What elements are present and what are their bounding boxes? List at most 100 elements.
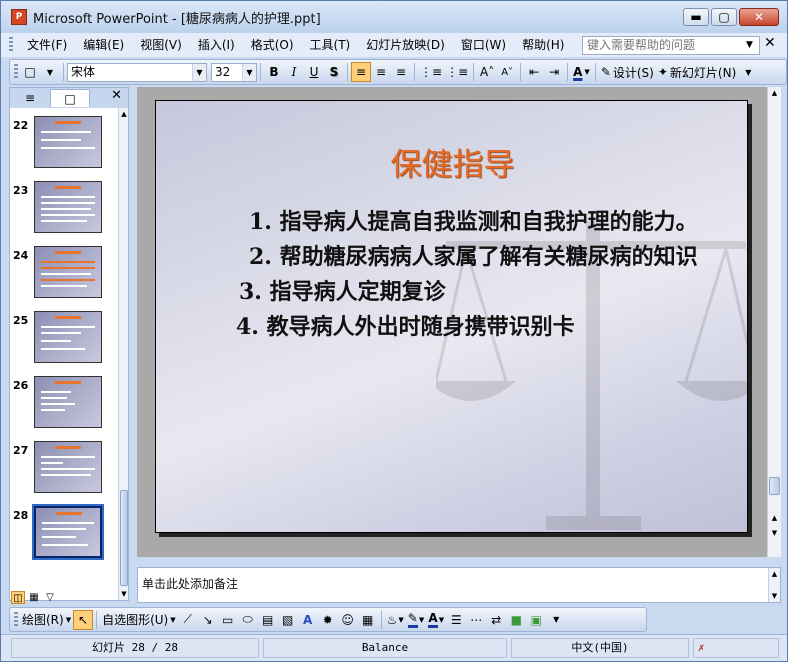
font-color-draw-button[interactable]: A ▼: [426, 610, 446, 630]
increase-font-button[interactable]: A˄: [477, 62, 497, 82]
thumbnail-item[interactable]: 26: [10, 374, 118, 439]
toolbar-grip[interactable]: [14, 64, 18, 80]
dash-style-button[interactable]: ⋯: [466, 610, 486, 630]
rectangle-tool-button[interactable]: ▭: [218, 610, 238, 630]
numbering-button[interactable]: ⋮≡: [418, 62, 444, 82]
font-size-dropdown-icon[interactable]: ▼: [242, 63, 256, 81]
font-size-select[interactable]: 32 ▼: [211, 62, 257, 82]
toolbar-overflow-icon[interactable]: ▼: [738, 62, 758, 82]
thumbnail-item-selected[interactable]: 28: [10, 504, 118, 569]
vertical-textbox-button[interactable]: ▧: [278, 610, 298, 630]
menubar-grip[interactable]: [9, 37, 13, 53]
align-left-button[interactable]: ≡: [351, 62, 371, 82]
menu-edit[interactable]: 编辑(E): [75, 35, 132, 55]
new-slide-button[interactable]: ✦ 新幻灯片(N): [656, 62, 738, 82]
drawbar-overflow-icon[interactable]: ▼: [546, 610, 566, 630]
font-name-dropdown-icon[interactable]: ▼: [192, 63, 206, 81]
select-objects-button[interactable]: ↖: [73, 609, 94, 630]
help-dropdown-icon[interactable]: ▼: [746, 36, 753, 55]
bullets-button[interactable]: ⋮≡: [444, 62, 470, 82]
line-tool-button[interactable]: ⟋: [178, 610, 198, 630]
diagram-button[interactable]: ✹: [318, 610, 338, 630]
arrow-tool-button[interactable]: ↘: [198, 610, 218, 630]
thumbnail-item[interactable]: 25: [10, 309, 118, 374]
line-style-button[interactable]: ☰: [446, 610, 466, 630]
thumbnail-item[interactable]: 27: [10, 439, 118, 504]
oval-tool-button[interactable]: ⬭: [238, 610, 258, 630]
notes-scrollbar[interactable]: ▲ ▼: [768, 568, 780, 602]
underline-button[interactable]: U: [304, 62, 324, 82]
help-search-input[interactable]: 键入需要帮助的问题: [582, 36, 760, 55]
draw-menu-button[interactable]: 绘图(R) ▼: [20, 610, 73, 630]
slide-thumbnail[interactable]: [34, 246, 102, 298]
slide-thumbnail[interactable]: [34, 181, 102, 233]
drawbar-grip[interactable]: [14, 611, 18, 628]
thumbnail-item[interactable]: 22: [10, 114, 118, 179]
tab-slides[interactable]: □: [50, 89, 90, 107]
thumbnail-item[interactable]: 24: [10, 244, 118, 309]
scroll-up-icon[interactable]: ▲: [769, 568, 780, 580]
notes-placeholder[interactable]: 单击此处添加备注: [142, 575, 238, 592]
shadow-style-button[interactable]: ■: [506, 610, 526, 630]
menu-file[interactable]: 文件(F): [19, 35, 75, 55]
arrow-style-button[interactable]: ⇄: [486, 610, 506, 630]
next-slide-icon[interactable]: ▼: [768, 527, 781, 539]
slide-thumbnail-current[interactable]: [32, 504, 104, 560]
menu-help[interactable]: 帮助(H): [514, 35, 572, 55]
scroll-up-icon[interactable]: ▲: [119, 108, 129, 120]
textbox-button[interactable]: ▤: [258, 610, 278, 630]
slide-sorter-icon[interactable]: ▦: [27, 591, 41, 604]
scroll-up-icon[interactable]: ▲: [768, 87, 781, 99]
align-right-button[interactable]: ≡: [391, 62, 411, 82]
document-close-icon[interactable]: ✕: [764, 35, 776, 51]
shadow-button[interactable]: S: [324, 62, 344, 82]
menu-window[interactable]: 窗口(W): [453, 35, 514, 55]
slide-title[interactable]: 保健指导: [156, 139, 747, 184]
new-file-button[interactable]: □: [20, 62, 40, 82]
minimize-button[interactable]: ▬: [683, 8, 709, 26]
tab-outline[interactable]: ≡: [10, 89, 50, 107]
picture-button[interactable]: ▦: [358, 610, 378, 630]
pane-close-icon[interactable]: ✕: [111, 88, 122, 103]
design-button[interactable]: ✎ 设计(S): [599, 62, 656, 82]
fill-color-button[interactable]: ♨ ▼: [385, 610, 406, 630]
menu-view[interactable]: 视图(V): [132, 35, 190, 55]
slide-scrollbar[interactable]: ▲ ▲ ▼: [767, 87, 781, 557]
slide-thumbnail[interactable]: [34, 311, 102, 363]
scrollbar-thumb[interactable]: [120, 490, 128, 586]
3d-style-button[interactable]: ▣: [526, 610, 546, 630]
normal-view-icon[interactable]: ◫: [11, 591, 25, 604]
slide-thumbnail[interactable]: [34, 376, 102, 428]
menu-slideshow[interactable]: 幻灯片放映(D): [358, 35, 453, 55]
thumbnail-item[interactable]: 23: [10, 179, 118, 244]
slide-body-text[interactable]: 1. 指导病人提高自我监测和自我护理的能力。 2. 帮助糖尿病病人家属了解有关糖…: [214, 206, 704, 346]
slide-thumbnail[interactable]: [34, 441, 102, 493]
thumbnail-scrollbar[interactable]: ▲ ▼: [118, 108, 128, 600]
toolbar-options-icon[interactable]: ▼: [40, 62, 60, 82]
slide-canvas[interactable]: 保健指导 1. 指导病人提高自我监测和自我护理的能力。 2. 帮助糖尿病病人家属…: [155, 100, 748, 533]
close-button[interactable]: ✕: [739, 8, 779, 26]
powerpoint-app-icon[interactable]: P: [11, 9, 27, 25]
decrease-font-button[interactable]: A˅: [497, 62, 517, 82]
font-color-dropdown-icon[interactable]: ▼: [584, 68, 589, 76]
autoshapes-button[interactable]: 自选图形(U) ▼: [100, 610, 178, 630]
menu-insert[interactable]: 插入(I): [190, 35, 243, 55]
slideshow-view-icon[interactable]: ▽: [43, 591, 57, 604]
bold-button[interactable]: B: [264, 62, 284, 82]
align-center-button[interactable]: ≡: [371, 62, 391, 82]
font-name-select[interactable]: 宋体 ▼: [67, 62, 207, 82]
decrease-indent-button[interactable]: ⇤: [524, 62, 544, 82]
slide-thumbnail[interactable]: [34, 116, 102, 168]
increase-indent-button[interactable]: ⇥: [544, 62, 564, 82]
previous-slide-icon[interactable]: ▲: [768, 512, 781, 524]
scrollbar-thumb[interactable]: [769, 477, 780, 495]
wordart-button[interactable]: A: [298, 610, 318, 630]
menu-tools[interactable]: 工具(T): [302, 35, 359, 55]
font-color-button[interactable]: A ▼: [571, 62, 592, 82]
spelling-status[interactable]: ✗: [693, 638, 779, 658]
menu-format[interactable]: 格式(O): [243, 35, 302, 55]
scroll-down-icon[interactable]: ▼: [769, 590, 780, 602]
maximize-button[interactable]: ▢: [711, 8, 737, 26]
italic-button[interactable]: I: [284, 62, 304, 82]
notes-pane[interactable]: 单击此处添加备注 ▲ ▼: [137, 567, 781, 603]
